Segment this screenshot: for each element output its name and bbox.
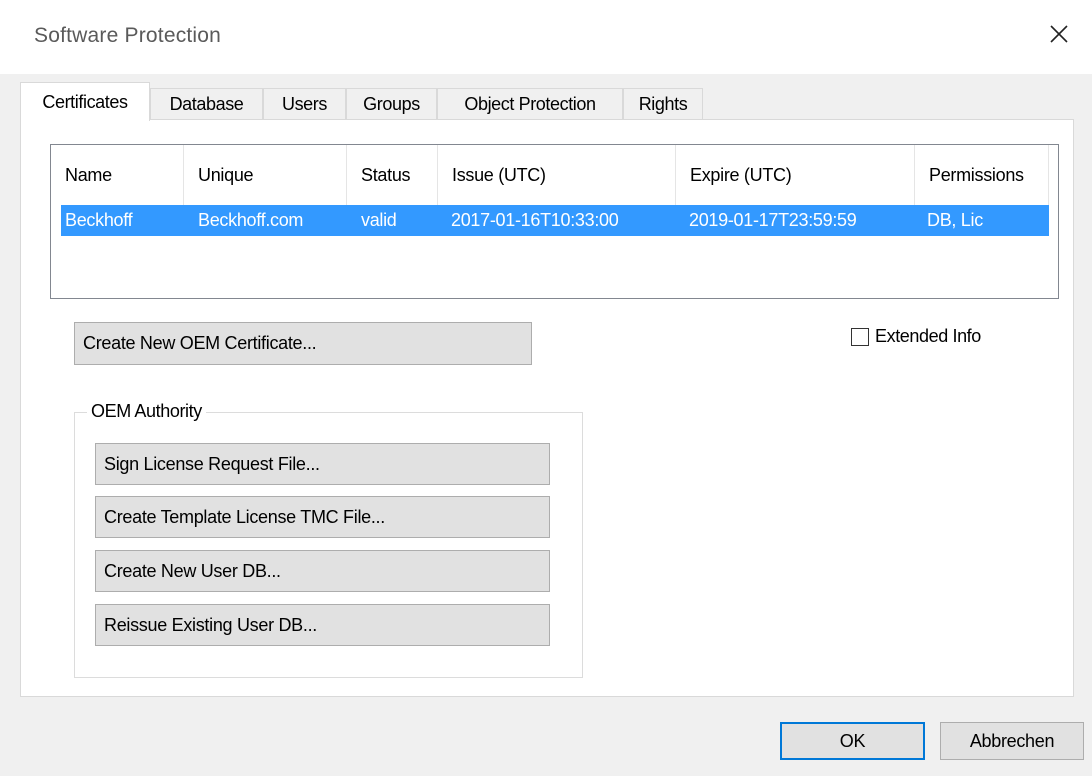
create-new-user-db-button[interactable]: Create New User DB... — [95, 550, 550, 592]
tab-database[interactable]: Database — [150, 88, 263, 120]
extended-info-checkbox[interactable]: Extended Info — [851, 326, 981, 347]
tab-object-protection[interactable]: Object Protection — [437, 88, 623, 120]
reissue-user-db-button[interactable]: Reissue Existing User DB... — [95, 604, 550, 646]
window-title: Software Protection — [34, 24, 222, 47]
cell-issue: 2017-01-16T10:33:00 — [451, 210, 619, 230]
ok-button[interactable]: OK — [780, 722, 925, 760]
column-header-name[interactable]: Name — [51, 145, 184, 205]
oem-authority-legend: OEM Authority — [87, 401, 206, 422]
certificates-list[interactable]: Name Unique Status Issue (UTC) Expire (U… — [50, 144, 1059, 299]
cell-permissions: DB, Lic — [927, 210, 983, 230]
cell-expire: 2019-01-17T23:59:59 — [689, 210, 857, 230]
list-header: Name Unique Status Issue (UTC) Expire (U… — [51, 145, 1058, 205]
close-button[interactable] — [1036, 14, 1082, 58]
software-protection-dialog: Software Protection Certificates Databas… — [0, 0, 1092, 776]
close-icon — [1049, 24, 1069, 49]
create-oem-certificate-button[interactable]: Create New OEM Certificate... — [74, 322, 532, 365]
oem-authority-group: OEM Authority Sign License Request File.… — [74, 401, 583, 678]
tab-groups[interactable]: Groups — [346, 88, 437, 120]
column-header-status[interactable]: Status — [347, 145, 438, 205]
extended-info-label: Extended Info — [875, 326, 981, 346]
cell-status: valid — [361, 210, 397, 230]
column-header-issue[interactable]: Issue (UTC) — [438, 145, 676, 205]
column-header-unique[interactable]: Unique — [184, 145, 347, 205]
tab-users[interactable]: Users — [263, 88, 346, 120]
certificates-panel: Name Unique Status Issue (UTC) Expire (U… — [20, 119, 1074, 697]
table-row[interactable]: Beckhoff Beckhoff.com valid 2017-01-16T1… — [61, 205, 1049, 236]
checkbox-box[interactable] — [851, 327, 869, 346]
tab-rights[interactable]: Rights — [623, 88, 703, 120]
cell-name: Beckhoff — [65, 210, 133, 230]
create-template-license-button[interactable]: Create Template License TMC File... — [95, 496, 550, 538]
sign-license-request-button[interactable]: Sign License Request File... — [95, 443, 550, 485]
title-bar: Software Protection — [0, 0, 1092, 74]
cancel-button[interactable]: Abbrechen — [940, 722, 1084, 760]
tab-certificates[interactable]: Certificates — [20, 82, 150, 121]
column-header-expire[interactable]: Expire (UTC) — [676, 145, 915, 205]
cell-unique: Beckhoff.com — [198, 210, 304, 230]
column-header-permissions[interactable]: Permissions — [915, 145, 1049, 205]
